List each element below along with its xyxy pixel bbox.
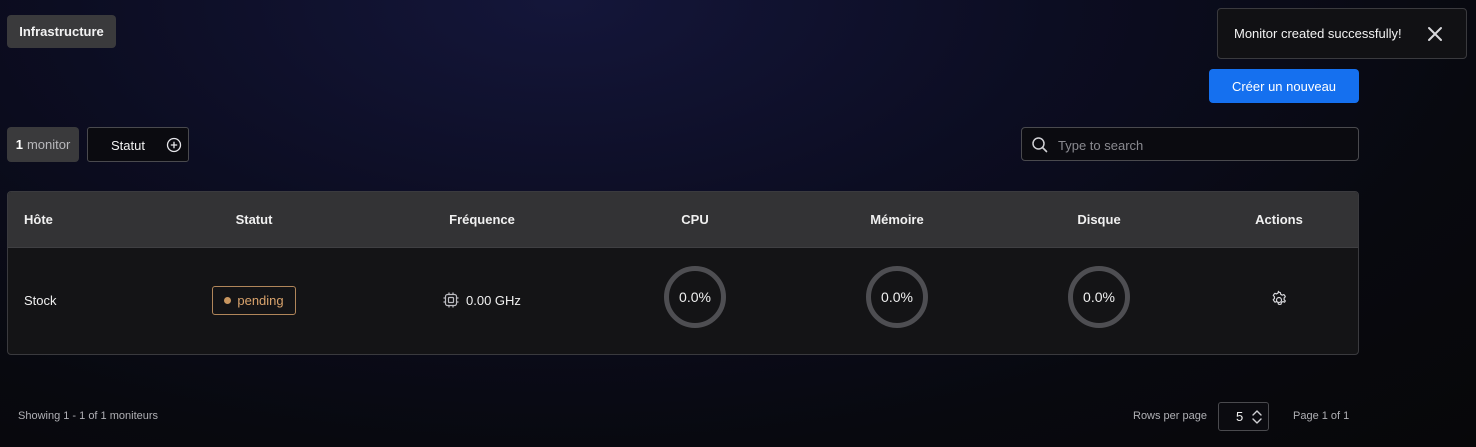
disk-value: 0.0% bbox=[1083, 289, 1115, 305]
rows-per-page-select[interactable]: 5 bbox=[1218, 402, 1269, 431]
monitor-count-badge: 1 monitor bbox=[7, 127, 79, 162]
pagination-summary: Showing 1 - 1 of 1 moniteurs bbox=[18, 410, 159, 422]
add-circle-icon bbox=[166, 137, 182, 153]
column-header-actions: Actions bbox=[1255, 212, 1303, 227]
table-header: Hôte Statut Fréquence CPU Mémoire Disque… bbox=[8, 192, 1358, 248]
column-header-memory[interactable]: Mémoire bbox=[870, 212, 923, 227]
cpu-value: 0.0% bbox=[679, 289, 711, 305]
cpu-chip-icon bbox=[443, 292, 459, 308]
host-name: Stock bbox=[24, 293, 57, 308]
search-input[interactable] bbox=[1056, 134, 1350, 156]
success-toast: Monitor created successfully! bbox=[1217, 8, 1467, 59]
column-header-frequency[interactable]: Fréquence bbox=[449, 212, 515, 227]
column-header-cpu[interactable]: CPU bbox=[681, 212, 708, 227]
monitor-count-label: monitor bbox=[26, 137, 71, 152]
monitors-table: Hôte Statut Fréquence CPU Mémoire Disque… bbox=[7, 191, 1359, 355]
rows-per-page-value: 5 bbox=[1236, 409, 1244, 424]
status-text: pending bbox=[237, 293, 284, 308]
gear-icon[interactable] bbox=[1269, 290, 1289, 310]
memory-value: 0.0% bbox=[881, 289, 913, 305]
column-header-disk[interactable]: Disque bbox=[1077, 212, 1120, 227]
page-info: Page 1 of 1 bbox=[1293, 410, 1350, 422]
cpu-gauge: 0.0% bbox=[663, 265, 727, 329]
status-filter-label: Statut bbox=[111, 138, 145, 153]
close-icon[interactable] bbox=[1426, 25, 1444, 43]
column-header-status[interactable]: Statut bbox=[236, 212, 273, 227]
table-row[interactable]: Stock pending 0.00 GHz 0.0% 0.0% 0.0% bbox=[8, 247, 1358, 354]
frequency-value: 0.00 GHz bbox=[466, 292, 521, 308]
disk-gauge: 0.0% bbox=[1067, 265, 1131, 329]
column-header-host[interactable]: Hôte bbox=[24, 212, 53, 227]
status-badge: pending bbox=[212, 286, 296, 315]
search-box bbox=[1021, 127, 1359, 161]
memory-gauge: 0.0% bbox=[865, 265, 929, 329]
up-down-chevron-icon bbox=[1252, 410, 1262, 424]
toast-message: Monitor created successfully! bbox=[1234, 26, 1402, 41]
breadcrumb-infrastructure[interactable]: Infrastructure bbox=[7, 15, 116, 48]
search-icon bbox=[1032, 137, 1048, 153]
monitor-count: 1 bbox=[15, 137, 23, 152]
frequency-cell: 0.00 GHz bbox=[442, 291, 521, 309]
status-filter-button[interactable]: Statut bbox=[87, 127, 189, 162]
status-dot bbox=[224, 297, 232, 304]
create-new-button[interactable]: Créer un nouveau bbox=[1209, 69, 1359, 103]
rows-per-page-label: Rows per page bbox=[1133, 410, 1207, 422]
